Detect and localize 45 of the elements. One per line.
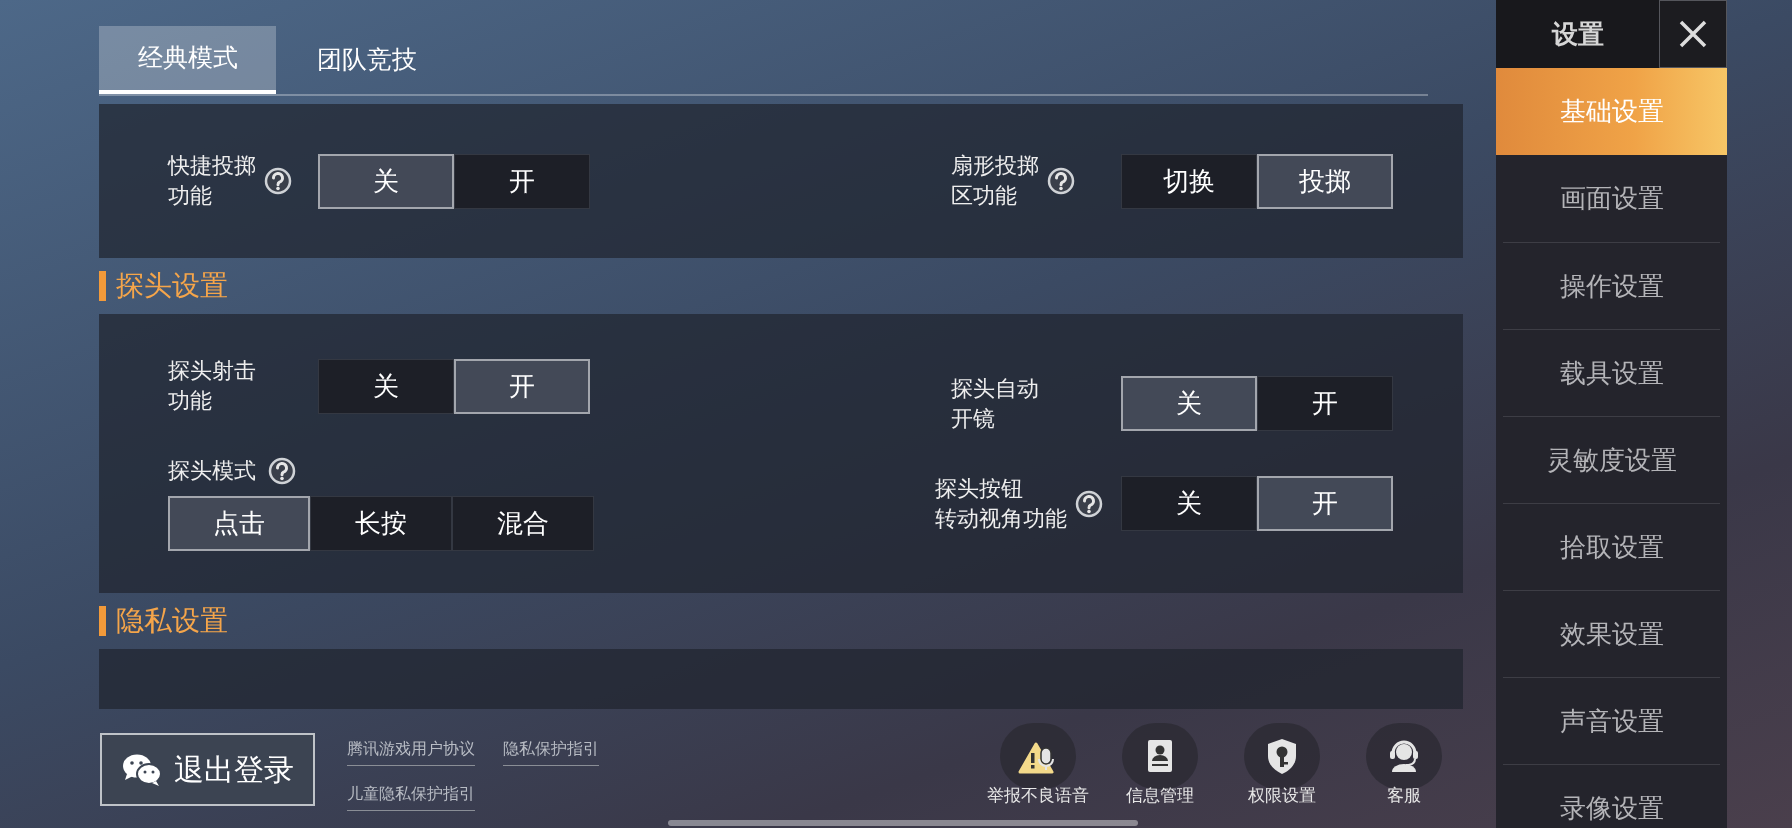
segment-option[interactable]: 关	[1121, 376, 1257, 431]
tab[interactable]: 经典模式	[99, 26, 276, 94]
segment-option[interactable]: 点击	[168, 496, 310, 551]
section-marker	[99, 271, 106, 301]
link[interactable]: 儿童隐私保护指引	[347, 782, 475, 811]
segment-option[interactable]: 关	[318, 153, 454, 209]
help-icon[interactable]	[264, 167, 292, 195]
segment-option[interactable]: 关	[318, 358, 454, 414]
chat-bubbles-icon	[121, 752, 162, 787]
segment-option[interactable]: 切换	[1121, 153, 1257, 209]
section-title: 隐私设置	[116, 603, 228, 639]
sidebar-item[interactable]: 拾取设置	[1503, 503, 1720, 590]
setting-label: 探头自动 开镜	[951, 374, 1039, 433]
close-button[interactable]	[1659, 0, 1727, 68]
segment-option[interactable]: 开	[454, 358, 590, 414]
sidebar-item[interactable]: 录像设置	[1503, 764, 1720, 828]
segment-option[interactable]: 开	[1257, 476, 1393, 531]
tab[interactable]: 团队竞技	[278, 26, 455, 94]
sidebar-item[interactable]: 声音设置	[1503, 677, 1720, 764]
help-icon[interactable]	[1047, 167, 1075, 195]
segment-option[interactable]: 开	[454, 153, 590, 209]
setting-label: 扇形投掷 区功能	[951, 152, 1039, 210]
setting-label: 探头模式	[168, 457, 256, 485]
sidebar-item[interactable]: 操作设置	[1503, 242, 1720, 329]
logout-button[interactable]: 退出登录	[100, 733, 315, 806]
section-marker	[99, 606, 106, 636]
segment-option[interactable]: 开	[1257, 376, 1393, 431]
segment-option[interactable]: 投掷	[1257, 153, 1393, 209]
sidebar-item[interactable]: 画面设置	[1503, 155, 1720, 242]
help-icon[interactable]	[1075, 489, 1103, 518]
segment-option[interactable]: 混合	[452, 496, 594, 551]
sidebar-item[interactable]: 灵敏度设置	[1503, 416, 1720, 503]
section-title: 探头设置	[116, 268, 228, 304]
setting-label: 探头射击 功能	[168, 357, 256, 415]
setting-label: 探头按钮 转动视角功能	[935, 474, 1067, 533]
panel-title: 设置	[1496, 0, 1659, 68]
help-icon[interactable]	[268, 457, 296, 485]
segment-option[interactable]: 长按	[310, 496, 452, 551]
link[interactable]: 腾讯游戏用户协议	[347, 737, 475, 766]
close-icon	[1678, 19, 1708, 49]
sidebar-item[interactable]: 载具设置	[1503, 329, 1720, 416]
link[interactable]: 隐私保护指引	[503, 737, 599, 766]
sidebar-item[interactable]: 效果设置	[1503, 590, 1720, 677]
setting-label: 快捷投掷 功能	[168, 152, 256, 210]
segment-option[interactable]: 关	[1121, 476, 1257, 531]
